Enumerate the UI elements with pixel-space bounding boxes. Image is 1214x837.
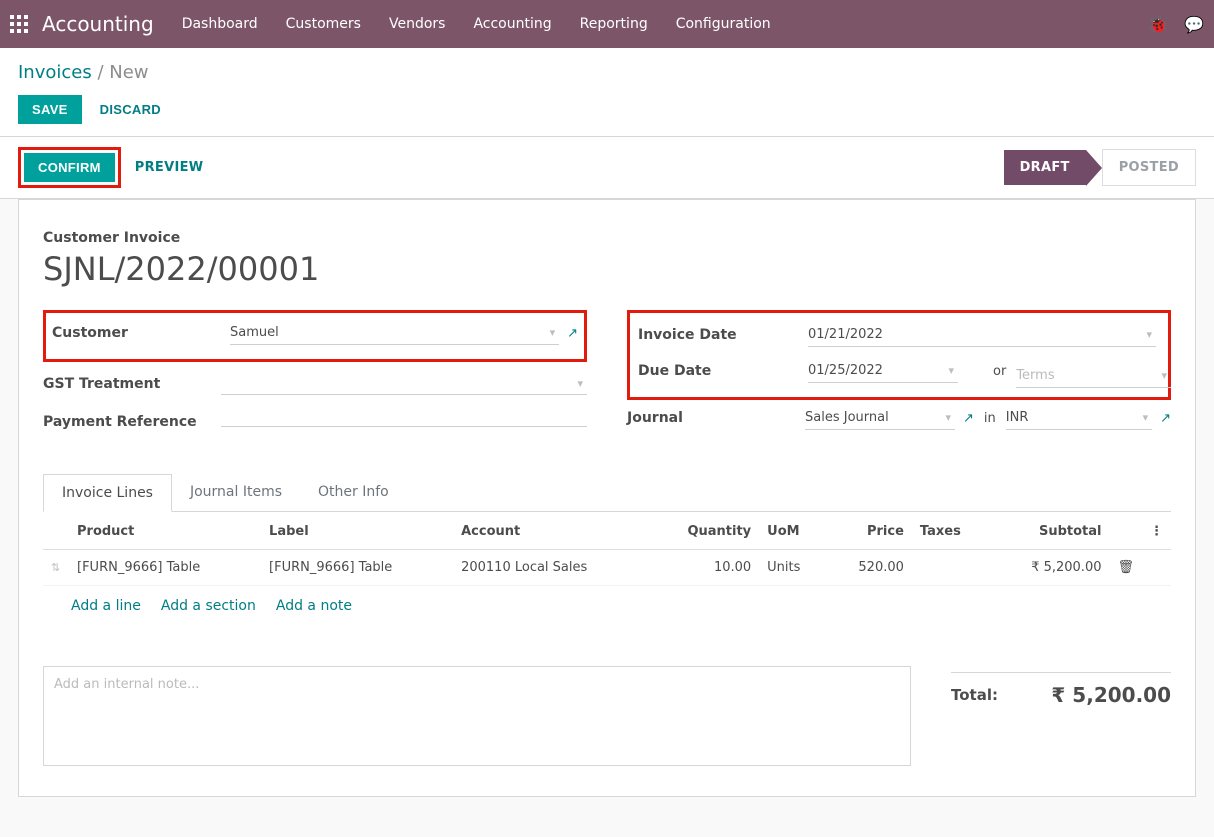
label-payref: Payment Reference xyxy=(43,414,221,430)
totals: Total: ₹ 5,200.00 xyxy=(951,666,1171,707)
gst-input[interactable] xyxy=(221,373,587,395)
tabs: Invoice Lines Journal Items Other Info P… xyxy=(43,474,1171,626)
cell-qty[interactable]: 10.00 xyxy=(649,550,759,586)
status-pills: DRAFT POSTED xyxy=(1004,149,1196,186)
breadcrumb-root[interactable]: Invoices xyxy=(18,62,92,83)
form-col-right: Invoice Date 01/21/2022 Due Date 01/25/2… xyxy=(627,310,1171,444)
invoice-lines-table: Product Label Account Quantity UoM Price… xyxy=(43,514,1171,586)
currency-input[interactable]: INR xyxy=(1006,406,1152,430)
sheet-heading-label: Customer Invoice xyxy=(43,230,1171,246)
status-draft[interactable]: DRAFT xyxy=(1004,150,1086,185)
journal-input[interactable]: Sales Journal xyxy=(805,406,955,430)
tab-invoice-lines[interactable]: Invoice Lines xyxy=(43,474,172,512)
tab-other-info[interactable]: Other Info xyxy=(300,474,407,511)
payref-input[interactable] xyxy=(221,418,587,427)
due-value: 01/25/2022 xyxy=(808,363,883,378)
status-posted[interactable]: POSTED xyxy=(1102,149,1196,186)
form-col-left: Customer Samuel ↗ GST Treatment Payment … xyxy=(43,310,587,444)
due-input[interactable]: 01/25/2022 xyxy=(808,359,958,383)
label-in: in xyxy=(974,411,1006,426)
discard-button[interactable]: DISCARD xyxy=(100,102,161,117)
cell-taxes[interactable] xyxy=(912,550,990,586)
internal-note-input[interactable]: Add an internal note... xyxy=(43,666,911,766)
invdate-value: 01/21/2022 xyxy=(808,327,883,342)
customer-input[interactable]: Samuel xyxy=(230,321,559,345)
cell-label[interactable]: [FURN_9666] Table xyxy=(261,550,453,586)
bug-icon[interactable]: 🐞 xyxy=(1148,15,1168,34)
more-columns-icon[interactable]: ⋮ xyxy=(1142,514,1171,550)
add-section[interactable]: Add a section xyxy=(161,598,256,614)
control-panel: Invoices / New SAVE DISCARD xyxy=(0,48,1214,124)
breadcrumb-current: New xyxy=(109,62,148,83)
form-sheet: Customer Invoice SJNL/2022/00001 Custome… xyxy=(18,199,1196,797)
label-or: or xyxy=(983,364,1016,388)
breadcrumb: Invoices / New xyxy=(18,62,1196,83)
add-note[interactable]: Add a note xyxy=(276,598,352,614)
terms-placeholder: Terms xyxy=(1016,368,1054,383)
breadcrumb-separator: / xyxy=(97,62,109,83)
cell-product[interactable]: [FURN_9666] Table xyxy=(69,550,261,586)
th-price: Price xyxy=(827,514,912,550)
tab-journal-items[interactable]: Journal Items xyxy=(172,474,300,511)
nav-customers[interactable]: Customers xyxy=(286,16,361,32)
th-label: Label xyxy=(261,514,453,550)
confirm-button[interactable]: CONFIRM xyxy=(24,153,115,182)
statusbar: CONFIRM PREVIEW DRAFT POSTED xyxy=(0,136,1214,199)
invoice-number: SJNL/2022/00001 xyxy=(43,250,1171,288)
navbar: Accounting Dashboard Customers Vendors A… xyxy=(0,0,1214,48)
th-subtotal: Subtotal xyxy=(990,514,1109,550)
label-gst: GST Treatment xyxy=(43,376,221,392)
label-journal: Journal xyxy=(627,410,805,426)
preview-button[interactable]: PREVIEW xyxy=(135,160,204,175)
th-uom: UoM xyxy=(759,514,827,550)
nav-reporting[interactable]: Reporting xyxy=(580,16,648,32)
cell-uom[interactable]: Units xyxy=(759,550,827,586)
th-qty: Quantity xyxy=(649,514,759,550)
terms-input[interactable]: Terms xyxy=(1016,364,1171,388)
highlight-customer: Customer Samuel ↗ xyxy=(43,310,587,362)
nav-links: Dashboard Customers Vendors Accounting R… xyxy=(182,16,771,32)
nav-dashboard[interactable]: Dashboard xyxy=(182,16,258,32)
customer-value: Samuel xyxy=(230,325,279,340)
cell-price[interactable]: 520.00 xyxy=(827,550,912,586)
nav-accounting[interactable]: Accounting xyxy=(473,16,551,32)
journal-value: Sales Journal xyxy=(805,410,889,425)
cell-subtotal: ₹ 5,200.00 xyxy=(990,550,1109,586)
invdate-input[interactable]: 01/21/2022 xyxy=(808,323,1156,347)
save-button[interactable]: SAVE xyxy=(18,95,82,124)
table-row[interactable]: ⇅ [FURN_9666] Table [FURN_9666] Table 20… xyxy=(43,550,1171,586)
nav-configuration[interactable]: Configuration xyxy=(676,16,771,32)
total-label: Total: xyxy=(951,686,998,704)
th-taxes: Taxes xyxy=(912,514,990,550)
drag-handle-icon[interactable]: ⇅ xyxy=(51,561,60,574)
chat-icon[interactable]: 💬 xyxy=(1184,15,1204,34)
currency-value: INR xyxy=(1006,410,1029,425)
apps-icon[interactable] xyxy=(10,15,28,33)
external-link-icon[interactable]: ↗ xyxy=(963,411,974,426)
label-invdate: Invoice Date xyxy=(638,327,808,343)
trash-icon[interactable]: 🗑 xyxy=(1117,560,1134,575)
highlight-confirm: CONFIRM xyxy=(18,147,121,188)
external-link-icon[interactable]: ↗ xyxy=(567,326,578,341)
app-name[interactable]: Accounting xyxy=(42,12,154,36)
external-link-icon[interactable]: ↗ xyxy=(1160,411,1171,426)
cell-account[interactable]: 200110 Local Sales xyxy=(453,550,649,586)
add-line[interactable]: Add a line xyxy=(71,598,141,614)
th-account: Account xyxy=(453,514,649,550)
label-due: Due Date xyxy=(638,363,808,379)
th-product: Product xyxy=(69,514,261,550)
label-customer: Customer xyxy=(52,325,230,341)
nav-vendors[interactable]: Vendors xyxy=(389,16,445,32)
total-value: ₹ 5,200.00 xyxy=(1051,683,1171,707)
